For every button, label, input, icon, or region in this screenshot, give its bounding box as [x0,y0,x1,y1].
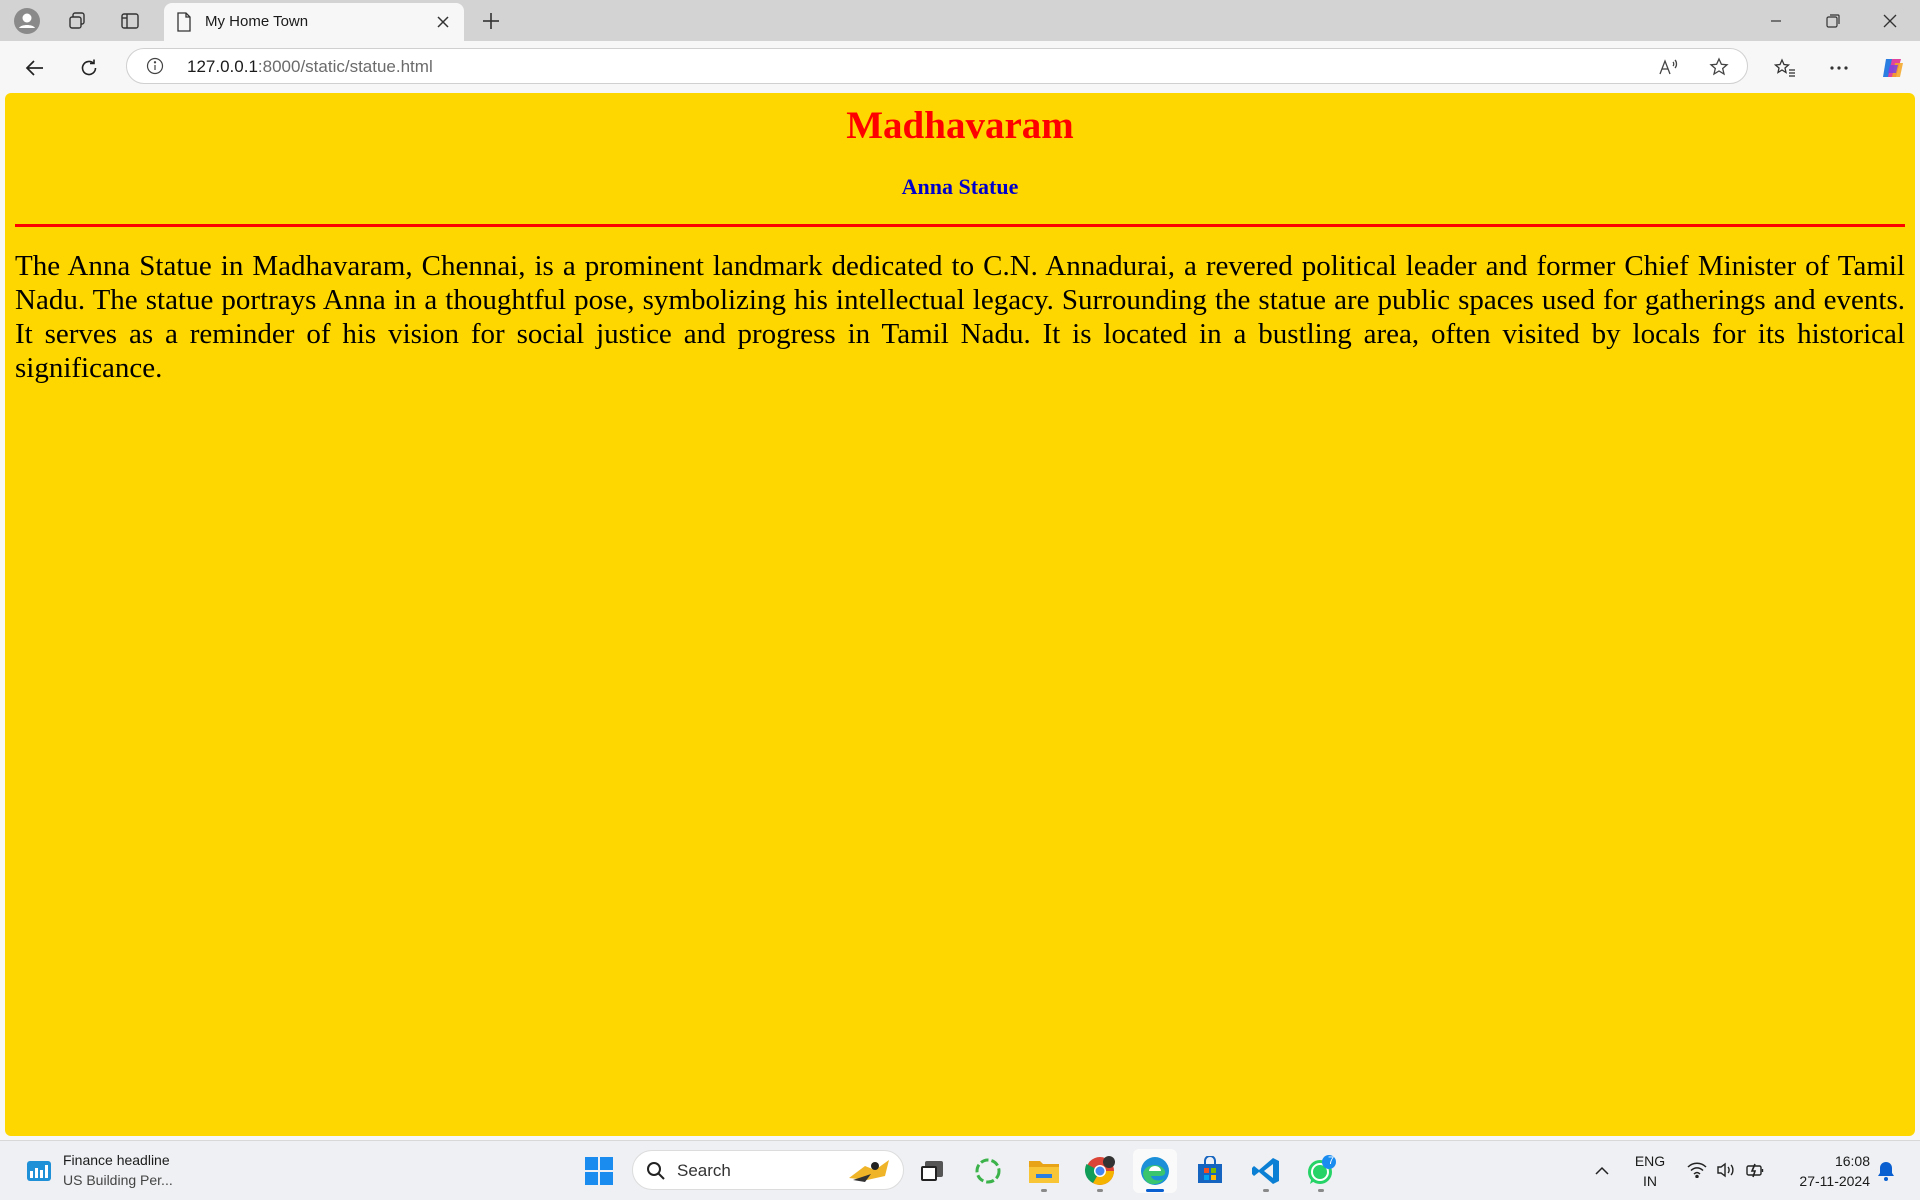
finance-chart-icon [26,1159,52,1183]
favorite-star-icon[interactable] [1707,55,1731,79]
page-icon [176,12,192,37]
close-tab-icon[interactable] [432,11,454,33]
minimize-icon[interactable] [1748,0,1804,41]
microsoft-store-icon[interactable] [1188,1149,1232,1193]
favorites-icon[interactable] [1768,51,1802,85]
url-host: 127.0.0.1 [187,57,258,76]
url-text: 127.0.0.1:8000/static/statue.html [187,57,433,77]
language-code: ENG [1634,1153,1666,1169]
wifi-icon[interactable] [1686,1159,1708,1181]
description-paragraph: The Anna Statue in Madhavaram, Chennai, … [15,249,1905,384]
search-placeholder: Search [677,1161,731,1180]
edge-icon[interactable] [1133,1149,1177,1193]
chevron-up-icon[interactable] [1590,1159,1614,1183]
copilot-app-icon[interactable] [966,1149,1010,1193]
site-info-icon[interactable] [145,56,165,76]
language-indicator[interactable]: ENG IN [1630,1151,1670,1191]
widget-subtitle: US Building Per... [63,1172,173,1188]
profile-icon[interactable] [12,6,42,36]
running-indicator [1097,1189,1103,1192]
vertical-tabs-icon[interactable] [115,6,145,36]
notification-bell-icon[interactable] [1874,1159,1898,1183]
address-bar[interactable]: 127.0.0.1:8000/static/statue.html [126,48,1748,84]
tab-title: My Home Town [205,13,309,30]
battery-charging-icon[interactable] [1744,1159,1766,1181]
running-indicator [1041,1189,1047,1192]
refresh-icon[interactable] [72,51,106,85]
browser-toolbar: 127.0.0.1:8000/static/statue.html [0,41,1920,93]
restore-icon[interactable] [1805,0,1861,41]
active-indicator [1146,1189,1164,1192]
url-path: :8000/static/statue.html [257,57,433,76]
page-viewport: Madhavaram Anna Statue The Anna Statue i… [5,93,1915,1136]
task-view-icon[interactable] [910,1149,954,1193]
tab-strip: My Home Town [0,0,1920,41]
widget-title: Finance headline [63,1152,170,1168]
region-code: IN [1643,1173,1657,1189]
horizontal-rule [15,223,1905,227]
search-icon [645,1160,667,1182]
tab-my-home-town[interactable]: My Home Town [164,3,464,41]
start-icon[interactable] [577,1149,621,1193]
more-menu-icon[interactable] [1822,51,1856,85]
taskbar-search-box[interactable]: Search [632,1150,904,1190]
running-indicator [1318,1189,1324,1192]
copilot-icon[interactable] [1876,51,1910,85]
browser-window: My Home Town 127.0.0.1:8000/static/statu… [0,0,1920,1140]
read-aloud-icon[interactable] [1657,55,1681,79]
whatsapp-badge: 7 [1327,1155,1335,1167]
taskbar: Finance headline US Building Per... Sear… [0,1140,1920,1200]
vscode-icon[interactable] [1244,1149,1288,1193]
back-icon[interactable] [18,51,52,85]
news-widget[interactable]: Finance headline US Building Per... [20,1151,190,1193]
clock-date: 27-11-2024 [1799,1173,1870,1189]
file-explorer-icon[interactable] [1022,1149,1066,1193]
workspaces-icon[interactable] [62,6,92,36]
page-title: Madhavaram [846,104,1074,147]
clock[interactable]: 16:08 27-11-2024 [1772,1151,1870,1191]
whatsapp-icon[interactable]: 7 [1299,1149,1343,1193]
running-indicator [1263,1189,1269,1192]
page-subtitle: Anna Statue [901,173,1019,199]
clock-time: 16:08 [1834,1153,1870,1169]
search-highlight-icon [845,1156,893,1184]
close-window-icon[interactable] [1862,0,1918,41]
new-tab-icon[interactable] [476,6,506,36]
chrome-icon[interactable] [1078,1149,1122,1193]
volume-icon[interactable] [1715,1159,1737,1181]
